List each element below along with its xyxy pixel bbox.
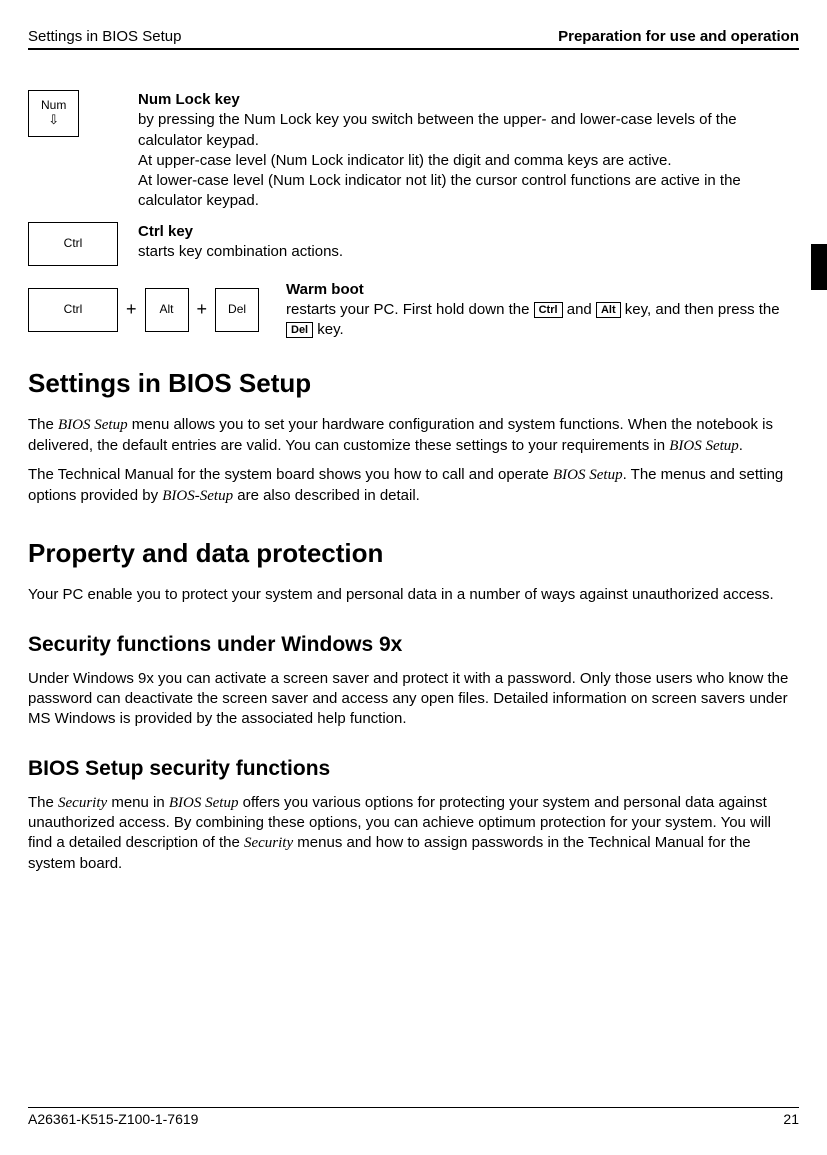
text-run: The Technical Manual for the system boar… bbox=[28, 466, 553, 483]
warmboot-desc: Warm boot restarts your PC. First hold d… bbox=[286, 280, 799, 341]
keycap-label: Ctrl bbox=[64, 237, 83, 249]
text-italic: Security bbox=[244, 835, 293, 851]
numlock-key-col: Num ⇩ bbox=[28, 90, 138, 212]
ctrl-title: Ctrl key bbox=[138, 223, 193, 240]
paragraph: The Security menu in BIOS Setup offers y… bbox=[28, 793, 799, 874]
ctrl-row: Ctrl Ctrl key starts key combination act… bbox=[28, 222, 799, 266]
warmboot-row: Ctrl + Alt + Del Warm boot restarts your… bbox=[28, 280, 799, 341]
section-side-marker bbox=[811, 244, 827, 290]
keycap-label: Alt bbox=[160, 303, 174, 315]
ctrl-line1: starts key combination actions. bbox=[138, 243, 343, 260]
text-italic: Security bbox=[58, 795, 107, 811]
paragraph: The BIOS Setup menu allows you to set yo… bbox=[28, 415, 799, 457]
keycap-label: Num bbox=[41, 99, 66, 111]
keycap-label: Del bbox=[228, 303, 246, 315]
plus-icon: + bbox=[197, 299, 208, 320]
inline-ctrl-key-icon: Ctrl bbox=[534, 302, 563, 318]
warmboot-key-col: Ctrl + Alt + Del bbox=[28, 280, 286, 341]
text-run: are also described in detail. bbox=[233, 487, 420, 504]
text-run: menu in bbox=[107, 794, 169, 811]
numlock-line2: At upper-case level (Num Lock indicator … bbox=[138, 152, 672, 169]
warmboot-text-mid2: key, and then press the bbox=[625, 301, 780, 318]
plus-icon: + bbox=[126, 299, 137, 320]
numlock-row: Num ⇩ Num Lock key by pressing the Num L… bbox=[28, 90, 799, 212]
footer-page-number: 21 bbox=[783, 1111, 799, 1127]
heading-bios-security: BIOS Setup security functions bbox=[28, 757, 799, 781]
heading-bios-setup: Settings in BIOS Setup bbox=[28, 368, 799, 399]
inline-alt-key-icon: Alt bbox=[596, 302, 621, 318]
ctrl-desc: Ctrl key starts key combination actions. bbox=[138, 222, 799, 266]
down-arrow-icon: ⇩ bbox=[48, 113, 59, 126]
paragraph: Under Windows 9x you can activate a scre… bbox=[28, 669, 799, 728]
page-header: Settings in BIOS Setup Preparation for u… bbox=[28, 28, 799, 50]
heading-property-protection: Property and data protection bbox=[28, 538, 799, 569]
text-italic: BIOS Setup bbox=[58, 417, 128, 433]
paragraph: Your PC enable you to protect your syste… bbox=[28, 585, 799, 605]
warmboot-title: Warm boot bbox=[286, 281, 364, 298]
header-left: Settings in BIOS Setup bbox=[28, 28, 181, 45]
footer-doc-id: A26361-K515-Z100-1-7619 bbox=[28, 1111, 198, 1127]
warmboot-text-pre: restarts your PC. First hold down the bbox=[286, 301, 534, 318]
text-italic: BIOS Setup bbox=[669, 438, 739, 454]
text-italic: BIOS Setup bbox=[553, 467, 623, 483]
page-footer: A26361-K515-Z100-1-7619 21 bbox=[28, 1107, 799, 1127]
text-run: The bbox=[28, 416, 58, 433]
numlock-line1: by pressing the Num Lock key you switch … bbox=[138, 111, 737, 148]
inline-del-key-icon: Del bbox=[286, 322, 313, 338]
header-right: Preparation for use and operation bbox=[558, 28, 799, 45]
keycap-label: Ctrl bbox=[64, 303, 83, 315]
text-run: menu allows you to set your hardware con… bbox=[28, 416, 773, 454]
text-run: The bbox=[28, 794, 58, 811]
warmboot-text-mid1: and bbox=[567, 301, 596, 318]
numlock-desc: Num Lock key by pressing the Num Lock ke… bbox=[138, 90, 799, 212]
ctrl-key-col: Ctrl bbox=[28, 222, 138, 266]
heading-security-win9x: Security functions under Windows 9x bbox=[28, 633, 799, 657]
numlock-title: Num Lock key bbox=[138, 91, 240, 108]
ctrl-key-icon: Ctrl bbox=[28, 222, 118, 266]
del-key-icon: Del bbox=[215, 288, 259, 332]
ctrl-key-icon: Ctrl bbox=[28, 288, 118, 332]
numlock-line3: At lower-case level (Num Lock indicator … bbox=[138, 172, 741, 209]
text-run: . bbox=[739, 437, 743, 454]
alt-key-icon: Alt bbox=[145, 288, 189, 332]
text-italic: BIOS Setup bbox=[169, 795, 239, 811]
text-italic: BIOS-Setup bbox=[162, 488, 233, 504]
num-lock-key-icon: Num ⇩ bbox=[28, 90, 79, 137]
warmboot-text-post: key. bbox=[317, 321, 343, 338]
paragraph: The Technical Manual for the system boar… bbox=[28, 465, 799, 507]
